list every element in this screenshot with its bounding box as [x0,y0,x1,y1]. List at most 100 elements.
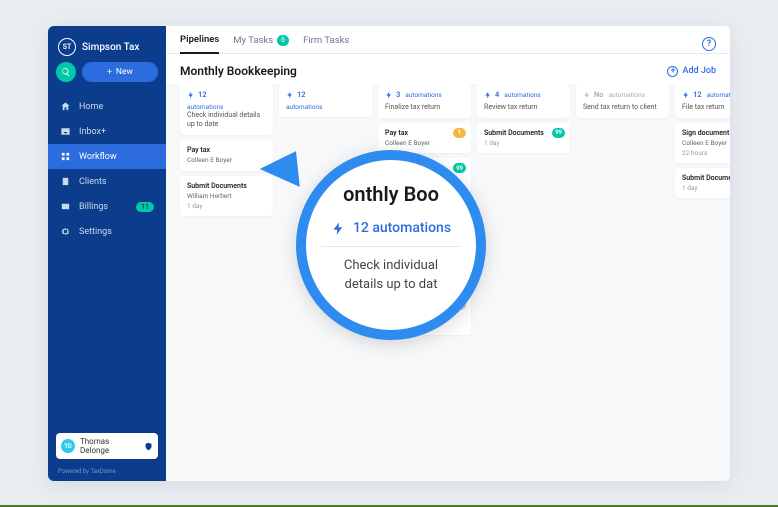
automation-count: 12 [297,90,306,100]
card-meta: 1 day [484,139,563,147]
sidebar-item-settings[interactable]: Settings [48,219,166,244]
column-header[interactable]: Noautomations Send tax return to client [576,84,669,118]
card-subtitle: Colleen E Boyer [682,139,730,147]
lens-desc-line: details up to dat [344,276,438,294]
tabs-row: Pipelines My Tasks 6 Firm Tasks ? [166,26,730,54]
new-button[interactable]: + New [82,62,158,82]
tab-pipelines[interactable]: Pipelines [180,34,219,54]
kanban-card[interactable]: 1 Pay tax Colleen E Boyer [378,123,471,153]
add-job-label: Add Job [682,66,716,76]
column-header[interactable]: 4 automations Review tax return [477,84,570,118]
kanban-card[interactable]: Submit Documents William Herbert 1 day [180,176,273,216]
column-desc: File tax return [682,103,730,112]
billings-icon [60,201,71,212]
kanban-column: Noautomations Send tax return to client [576,84,669,471]
brand-logo: ST [58,38,76,56]
shield-icon [144,442,153,451]
tab-firmtasks[interactable]: Firm Tasks [303,35,349,53]
lens-pointer [258,151,300,191]
sidebar-item-label: Home [79,102,103,112]
bolt-icon [583,91,591,99]
tab-badge: 6 [277,35,289,46]
sidebar-item-inbox[interactable]: Inbox+ [48,119,166,144]
lens-title: onthly Boo [343,182,439,206]
user-chip[interactable]: TD Thomas Delonge [56,433,158,459]
automation-label: automations [504,91,540,99]
plus-icon: + [667,66,678,77]
card-badge: 99 [552,128,565,138]
search-button[interactable] [56,62,76,82]
home-icon [60,101,71,112]
sidebar-item-label: Settings [79,227,112,237]
help-icon[interactable]: ? [702,37,716,51]
card-subtitle: Colleen E Boyer [187,156,266,164]
kanban-card[interactable]: Sign document Colleen E Boyer 22 hours [675,123,730,163]
tab-label: Pipelines [180,34,219,45]
automation-count: 12 [198,90,207,100]
kanban-column: 4 automations Review tax return 99 Submit… [477,84,570,471]
kanban-card[interactable]: 99 Submit Documents 1 day [477,123,570,153]
new-button-label: New [116,67,133,77]
column-header[interactable]: 12automations File tax return [675,84,730,118]
magnifier-callout: onthly Boo 12 automations Check individu… [296,150,486,340]
sidebar-item-label: Inbox+ [79,127,106,137]
card-subtitle: William Herbert [187,192,266,200]
sidebar-item-workflow[interactable]: Workflow [48,144,166,169]
gear-icon [60,226,71,237]
sidebar-item-clients[interactable]: Clients [48,169,166,194]
card-title: Submit Documents [187,182,266,190]
sidebar-badge: 11 [136,202,154,212]
automation-label: automations [405,91,441,99]
card-title: Sign document [682,129,730,137]
lens-automation-count: 12 automations [353,220,451,236]
bolt-icon [682,91,690,99]
lens-desc-line: Check individual [344,257,438,275]
sidebar-item-label: Workflow [79,152,117,162]
user-name: Thomas Delonge [80,437,139,455]
bolt-icon [286,91,294,99]
card-meta: 1 day [682,184,730,192]
app-window: ST Simpson Tax + New Home Inbox+ Wo [48,26,730,481]
inbox-icon [60,126,71,137]
sidebar-item-billings[interactable]: Billings 11 [48,194,166,219]
automation-count: No [594,90,604,100]
card-badge: 1 [453,128,466,138]
column-header[interactable]: 12 automations [279,84,372,117]
card-title: Pay tax [187,146,266,154]
automation-count: 3 [396,90,400,100]
bolt-icon [385,91,393,99]
column-desc: Review tax return [484,103,563,112]
sidebar-nav: Home Inbox+ Workflow Clients Billings 11 [48,94,166,244]
bolt-icon [331,221,346,236]
kanban-column: 12automations File tax return Sign docum… [675,84,730,471]
plus-icon: + [107,67,112,77]
automation-label: automations [286,103,365,111]
kanban-card[interactable]: 99 Submit Documents 1 day [675,168,730,198]
sidebar-item-home[interactable]: Home [48,94,166,119]
tab-label: Firm Tasks [303,35,349,46]
brand: ST Simpson Tax [48,26,166,62]
automation-label: automations [707,91,730,99]
automation-label: automations [609,91,645,99]
column-header[interactable]: 12 automations Check individual details … [180,84,273,135]
board-title: Monthly Bookkeeping [180,64,297,78]
automation-count: 4 [495,90,499,100]
tab-mytasks[interactable]: My Tasks 6 [233,35,289,53]
powered-by: Powered by TaxDome [48,465,166,481]
add-job-button[interactable]: + Add Job [667,66,716,77]
brand-name: Simpson Tax [82,42,139,53]
kanban-column: 12 automations Check individual details … [180,84,273,471]
avatar: TD [61,439,75,453]
column-header[interactable]: 3 automations Finalize tax return [378,84,471,118]
card-title: Submit Documents [682,174,730,182]
bolt-icon [484,91,492,99]
sidebar-item-label: Billings [79,202,108,212]
clients-icon [60,176,71,187]
sidebar-item-label: Clients [79,177,107,187]
column-desc: Check individual details up to date [187,111,266,129]
column-desc: Finalize tax return [385,103,464,112]
sidebar-search-row: + New [48,62,166,90]
lens-description: Check individual details up to dat [326,251,456,293]
search-icon [61,67,71,77]
workflow-icon [60,151,71,162]
